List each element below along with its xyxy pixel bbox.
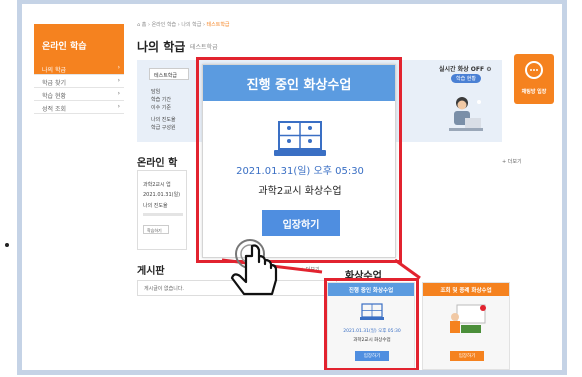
highlight-box: [324, 278, 419, 370]
course-progress-bar: [143, 213, 183, 216]
info-label: 학급 구성원: [151, 125, 176, 131]
video-card-assembly: 조회 및 종례 화상수업 입장하기: [422, 282, 510, 370]
sidebar: 온라인 학습 나의 학급 › 학급 찾기 › 학습 현황 › 성적 조회 ›: [34, 24, 124, 164]
online-learning-title: 온라인 학: [137, 158, 178, 169]
info-label: 학습 기간: [151, 97, 171, 103]
sidebar-item-label: 나의 학급: [42, 67, 66, 74]
breadcrumb: ⌂ 홈 › 온라인 학습 › 나의 학급 › 테스트학급: [137, 22, 230, 28]
sidebar-item-grades[interactable]: 성적 조회 ›: [34, 101, 124, 114]
info-label: 담임: [151, 89, 161, 95]
popup-header: 진행 중인 화상수업: [203, 65, 395, 101]
sidebar-item-progress[interactable]: 학습 현황 ›: [34, 88, 124, 101]
breadcrumb-item[interactable]: 나의 학급: [181, 22, 201, 28]
realtime-status: 실시간 화상 OFF ⚙: [439, 64, 492, 73]
teacher-board-illustration: [450, 304, 486, 333]
sidebar-title: 온라인 학습: [34, 24, 124, 62]
page-title: 나의 학급: [137, 40, 186, 54]
popup-class-name: 과학2교시 화상수업: [258, 186, 342, 197]
screenshot-frame: 온라인 학습 나의 학급 › 학급 찾기 › 학습 현황 › 성적 조회 › ⌂…: [17, 0, 567, 375]
page: 온라인 학습 나의 학급 › 학급 찾기 › 학습 현황 › 성적 조회 › ⌂…: [22, 4, 562, 370]
video-conference-icon: [274, 121, 326, 156]
chat-room-button[interactable]: 채팅방 입장: [514, 54, 554, 104]
chevron-right-icon: ›: [117, 103, 120, 110]
enter-button[interactable]: 입장하기: [450, 351, 484, 361]
sidebar-item-label: 학급 찾기: [42, 80, 66, 87]
sidebar-item-find-class[interactable]: 학급 찾기 ›: [34, 75, 124, 88]
live-class-popup: 진행 중인 화상수업 2021.01.31(일) 오후 05:30 과학2교시 …: [202, 64, 396, 258]
chevron-right-icon: ›: [117, 77, 120, 84]
study-button[interactable]: 학습하기: [143, 225, 169, 234]
progress-button[interactable]: 학습 현황: [451, 74, 481, 83]
info-label: 이수 기준: [151, 105, 171, 111]
realtime-label: 실시간 화상: [439, 66, 469, 73]
settings-icon[interactable]: ⚙: [486, 66, 491, 73]
course-title: 과학2교시 업: [143, 182, 171, 188]
course-card[interactable]: 과학2교시 업 2021.01.31(일) 나의 진도율 학습하기: [137, 170, 187, 250]
page-subtitle: 테스트학급: [190, 44, 218, 51]
class-select[interactable]: 테스트학급: [149, 68, 189, 80]
popup-date: 2021.01.31(일) 오후 05:30: [236, 166, 364, 177]
bullet-dot: [5, 243, 9, 247]
sidebar-item-label: 성적 조회: [42, 106, 66, 113]
student-laptop-illustration: [449, 97, 483, 131]
info-label: 나의 진도율: [151, 117, 176, 123]
course-progress-label: 나의 진도율: [143, 203, 168, 209]
breadcrumb-item[interactable]: 온라인 학습: [152, 22, 177, 28]
video-card-header: 조회 및 종례 화상수업: [423, 283, 509, 296]
hand-pointer-icon: [230, 239, 278, 296]
chevron-right-icon: ›: [117, 90, 120, 97]
chat-bubble-icon: [525, 61, 543, 79]
realtime-state[interactable]: OFF: [471, 66, 484, 73]
chevron-right-icon: ›: [117, 64, 120, 71]
breadcrumb-current: 테스트학급: [206, 22, 230, 28]
online-learning-more[interactable]: + 더보기: [502, 158, 522, 165]
course-date: 2021.01.31(일): [143, 192, 181, 198]
sidebar-item-my-class[interactable]: 나의 학급 ›: [34, 62, 124, 75]
breadcrumb-home[interactable]: ⌂ 홈: [137, 22, 146, 28]
board-title: 게시판: [137, 266, 165, 277]
chat-room-label: 채팅방 입장: [521, 89, 547, 95]
sidebar-item-label: 학습 현황: [42, 93, 66, 100]
